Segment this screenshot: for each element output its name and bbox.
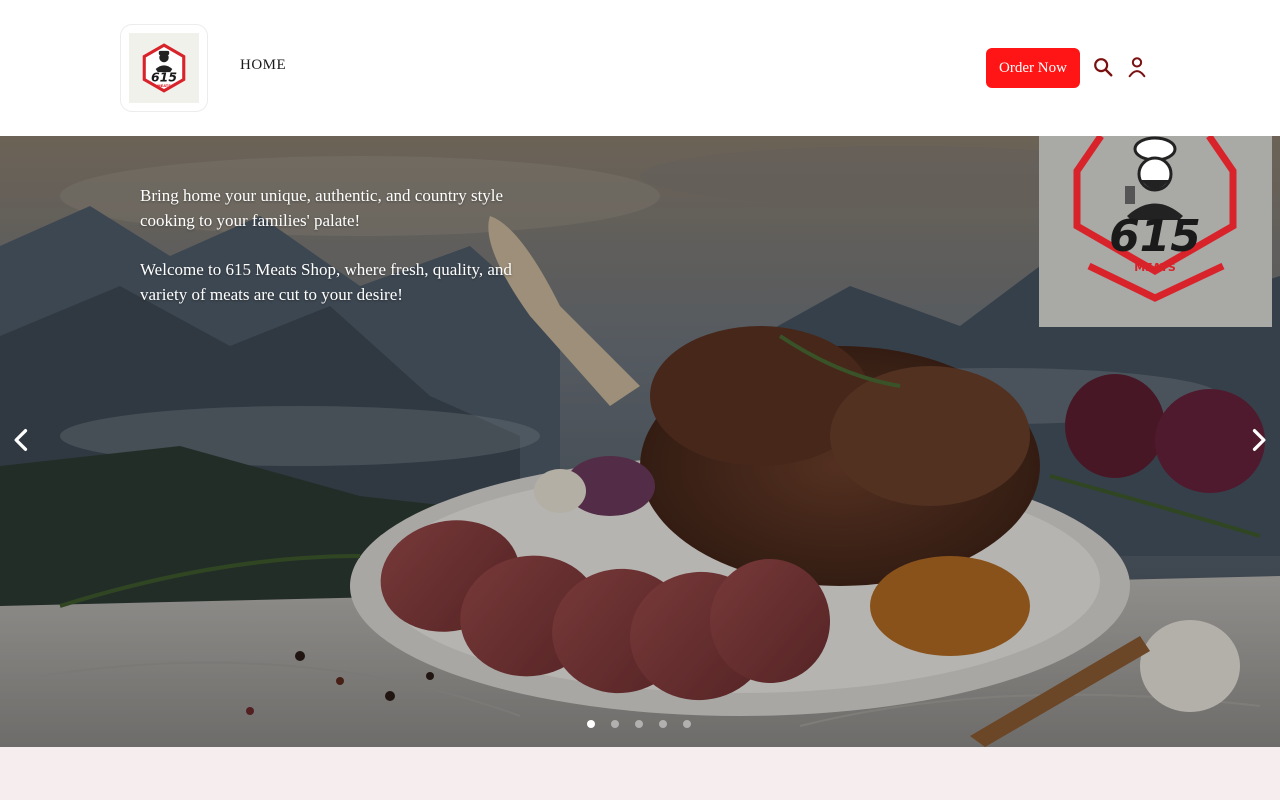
carousel-dot[interactable] — [683, 720, 691, 728]
search-icon[interactable] — [1092, 56, 1114, 78]
logo-badge: 615 MEATS — [129, 33, 199, 103]
nav-home-link[interactable]: HOME — [240, 57, 286, 74]
user-icon[interactable] — [1126, 56, 1148, 78]
svg-text:615: 615 — [1109, 211, 1201, 262]
carousel-next-button[interactable] — [1244, 426, 1272, 454]
hero-copy: Bring home your unique, authentic, and c… — [140, 183, 540, 307]
site-header: 615 MEATS HOME Order Now — [0, 0, 1280, 136]
content-section — [0, 747, 1280, 800]
hero-carousel: Bring home your unique, authentic, and c… — [0, 136, 1280, 747]
hero-tagline: Bring home your unique, authentic, and c… — [140, 186, 504, 230]
svg-text:615: 615 — [151, 70, 177, 85]
carousel-indicators — [587, 720, 691, 728]
carousel-dot[interactable] — [635, 720, 643, 728]
carousel-dot[interactable] — [611, 720, 619, 728]
chef-logo-large-icon: 615 MEATS — [1073, 136, 1237, 302]
site-logo[interactable]: 615 MEATS — [120, 24, 208, 112]
carousel-dot[interactable] — [587, 720, 595, 728]
hero-welcome: Welcome to 615 Meats Shop, where fresh, … — [140, 260, 512, 304]
carousel-prev-button[interactable] — [8, 426, 36, 454]
chevron-right-icon — [1252, 429, 1266, 451]
carousel-dot[interactable] — [659, 720, 667, 728]
svg-text:MEATS: MEATS — [1134, 261, 1176, 274]
svg-text:MEATS: MEATS — [157, 84, 171, 88]
chevron-left-icon — [14, 429, 28, 451]
hero-logo-panel: 615 MEATS — [1039, 136, 1272, 327]
chef-logo-icon: 615 MEATS — [142, 43, 186, 93]
order-now-button[interactable]: Order Now — [986, 48, 1080, 88]
